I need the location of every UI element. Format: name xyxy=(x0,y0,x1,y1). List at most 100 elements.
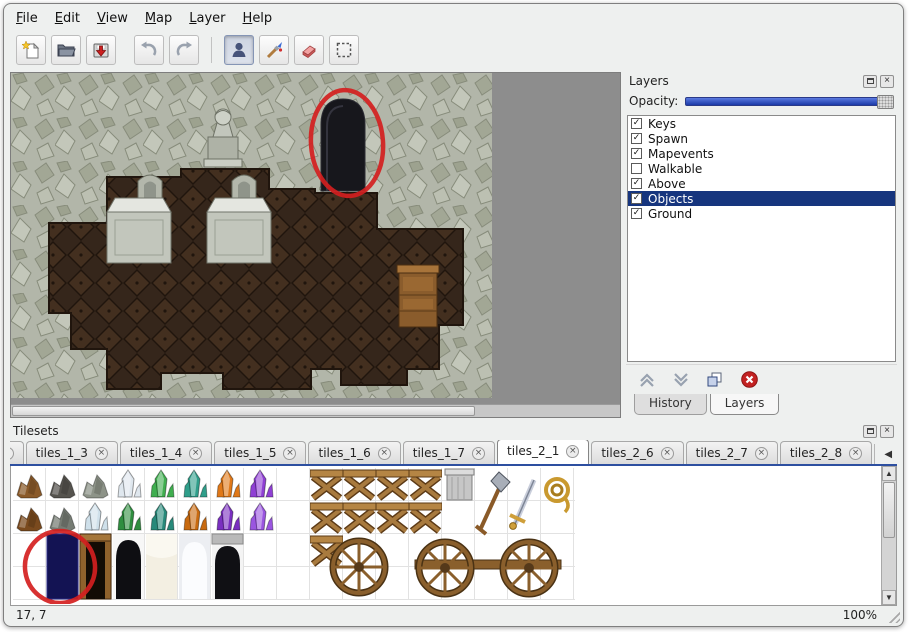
tileset-tab-8[interactable]: tiles_2_7 × xyxy=(686,441,778,464)
tab-close-icon[interactable]: × xyxy=(10,447,14,460)
opacity-slider[interactable] xyxy=(685,97,894,106)
paint-brush-icon xyxy=(264,40,284,60)
layer-row-keys[interactable]: ✓ Keys xyxy=(628,116,895,131)
tileset-tab-label: tiles_2_6 xyxy=(601,446,653,460)
altar-right xyxy=(207,198,271,263)
map-hscroll-handle[interactable] xyxy=(12,406,475,416)
duplicate-layer-button[interactable] xyxy=(704,369,726,391)
scroll-tabs-left-button[interactable]: ◀ xyxy=(879,444,897,464)
tilesets-float-button[interactable] xyxy=(863,425,877,438)
cabinet xyxy=(397,265,439,327)
tab-close-icon[interactable]: × xyxy=(755,447,768,460)
menu-help[interactable]: Help xyxy=(243,11,273,26)
tileset-tab-label: tiles_1_6 xyxy=(318,446,370,460)
tileset-tab-3[interactable]: tiles_1_5 × xyxy=(214,441,306,464)
tileset-content: ▲ ▼ xyxy=(10,466,897,606)
new-button[interactable] xyxy=(16,35,46,65)
tileset-tab-7[interactable]: tiles_2_6 × xyxy=(591,441,683,464)
delete-layer-button[interactable] xyxy=(738,369,760,391)
layers-panel-titlebar: Layers × xyxy=(626,72,897,90)
menu-edit[interactable]: Edit xyxy=(55,11,80,26)
menu-file[interactable]: File xyxy=(16,11,38,26)
tilesets-close-button[interactable]: × xyxy=(880,425,894,438)
tab-close-icon[interactable]: × xyxy=(283,447,296,460)
tab-close-icon[interactable]: × xyxy=(472,447,485,460)
tileset-tab-scroll: ◀ ▶ xyxy=(874,444,897,464)
stamp-tool-button[interactable] xyxy=(224,35,254,65)
map-canvas[interactable] xyxy=(11,73,492,398)
scroll-down-button[interactable]: ▼ xyxy=(882,590,896,605)
layer-row-spawn[interactable]: ✓ Spawn xyxy=(628,131,895,146)
menu-map[interactable]: Map xyxy=(145,11,172,26)
select-tool-button[interactable] xyxy=(329,35,359,65)
new-document-icon xyxy=(21,40,41,60)
selection-rectangle-icon xyxy=(334,40,354,60)
save-button[interactable] xyxy=(86,35,116,65)
brush-tool-button[interactable] xyxy=(259,35,289,65)
eraser-tool-button[interactable] xyxy=(294,35,324,65)
layer-row-walkable[interactable]: Walkable xyxy=(628,161,895,176)
layer-checkbox-spawn[interactable]: ✓ xyxy=(631,133,642,144)
undo-button[interactable] xyxy=(134,35,164,65)
main-area: Layers × Opacity: ✓ Keys ✓ Spawn xyxy=(10,72,897,418)
vscroll-track[interactable] xyxy=(882,539,896,590)
tileset-tab-1[interactable]: tiles_1_3 × xyxy=(26,441,118,464)
tileset-tab-4[interactable]: tiles_1_6 × xyxy=(308,441,400,464)
layer-checkbox-mapevents[interactable]: ✓ xyxy=(631,148,642,159)
tilesets-panel-titlebar: Tilesets × xyxy=(10,422,897,440)
layers-panel: Layers × Opacity: ✓ Keys ✓ Spawn xyxy=(626,72,897,418)
tileset-tab-0[interactable]: 5 × xyxy=(10,441,24,464)
map-canvas-panel xyxy=(10,72,621,418)
layer-checkbox-ground[interactable]: ✓ xyxy=(631,208,642,219)
open-button[interactable] xyxy=(51,35,81,65)
dark-doorway xyxy=(321,99,365,191)
tileset-vertical-scrollbar[interactable]: ▲ ▼ xyxy=(881,466,896,605)
tab-close-icon[interactable]: × xyxy=(378,447,391,460)
person-stamp-icon xyxy=(229,40,249,60)
layers-float-button[interactable] xyxy=(863,75,877,88)
layer-row-mapevents[interactable]: ✓ Mapevents xyxy=(628,146,895,161)
layer-label-walkable: Walkable xyxy=(648,162,702,176)
layers-close-button[interactable]: × xyxy=(880,75,894,88)
tab-layers[interactable]: Layers xyxy=(710,394,780,415)
selected-tile[interactable] xyxy=(47,534,78,599)
layer-checkbox-objects[interactable]: ✓ xyxy=(631,193,642,204)
opacity-slider-handle[interactable] xyxy=(877,95,894,109)
close-icon: × xyxy=(884,76,890,86)
tileset-tab-2[interactable]: tiles_1_4 × xyxy=(120,441,212,464)
layer-row-ground[interactable]: ✓ Ground xyxy=(628,206,895,221)
layer-row-objects[interactable]: ✓ Objects xyxy=(628,191,895,206)
tileset-tab-6[interactable]: tiles_2_1 × xyxy=(497,440,589,464)
tab-close-icon[interactable]: × xyxy=(661,447,674,460)
layer-checkbox-above[interactable]: ✓ xyxy=(631,178,642,189)
toolbar xyxy=(6,30,901,70)
tab-close-icon[interactable]: × xyxy=(566,445,579,458)
map-horizontal-scrollbar[interactable] xyxy=(11,404,620,417)
tab-close-icon[interactable]: × xyxy=(849,447,862,460)
pale-arch-tile xyxy=(179,534,210,599)
tileset-tab-label: tiles_1_4 xyxy=(130,446,182,460)
tileset-tab-label: tiles_1_7 xyxy=(413,446,465,460)
move-layer-up-button[interactable] xyxy=(636,369,658,391)
layer-checkbox-keys[interactable]: ✓ xyxy=(631,118,642,129)
altar-left xyxy=(107,198,171,263)
menu-view[interactable]: View xyxy=(97,11,128,26)
menu-layer[interactable]: Layer xyxy=(189,11,225,26)
tileset-canvas[interactable] xyxy=(13,468,873,604)
tab-close-icon[interactable]: × xyxy=(95,447,108,460)
scroll-up-button[interactable]: ▲ xyxy=(882,466,896,481)
layer-checkbox-walkable[interactable] xyxy=(631,163,642,174)
move-layer-down-button[interactable] xyxy=(670,369,692,391)
layer-row-above[interactable]: ✓ Above xyxy=(628,176,895,191)
tileset-vscroll-handle[interactable] xyxy=(883,482,895,538)
wagon-wheel-tile xyxy=(333,541,385,593)
tileset-tab-5[interactable]: tiles_1_7 × xyxy=(403,441,495,464)
tab-history[interactable]: History xyxy=(634,394,707,415)
tileset-tab-9[interactable]: tiles_2_8 × xyxy=(780,441,872,464)
redo-button[interactable] xyxy=(169,35,199,65)
tab-close-icon[interactable]: × xyxy=(189,447,202,460)
layers-panel-title: Layers xyxy=(629,74,860,88)
dock-tab-bar: History Layers xyxy=(626,394,897,418)
tileset-tab-label: tiles_2_1 xyxy=(507,444,559,458)
opacity-row: Opacity: xyxy=(626,90,897,112)
